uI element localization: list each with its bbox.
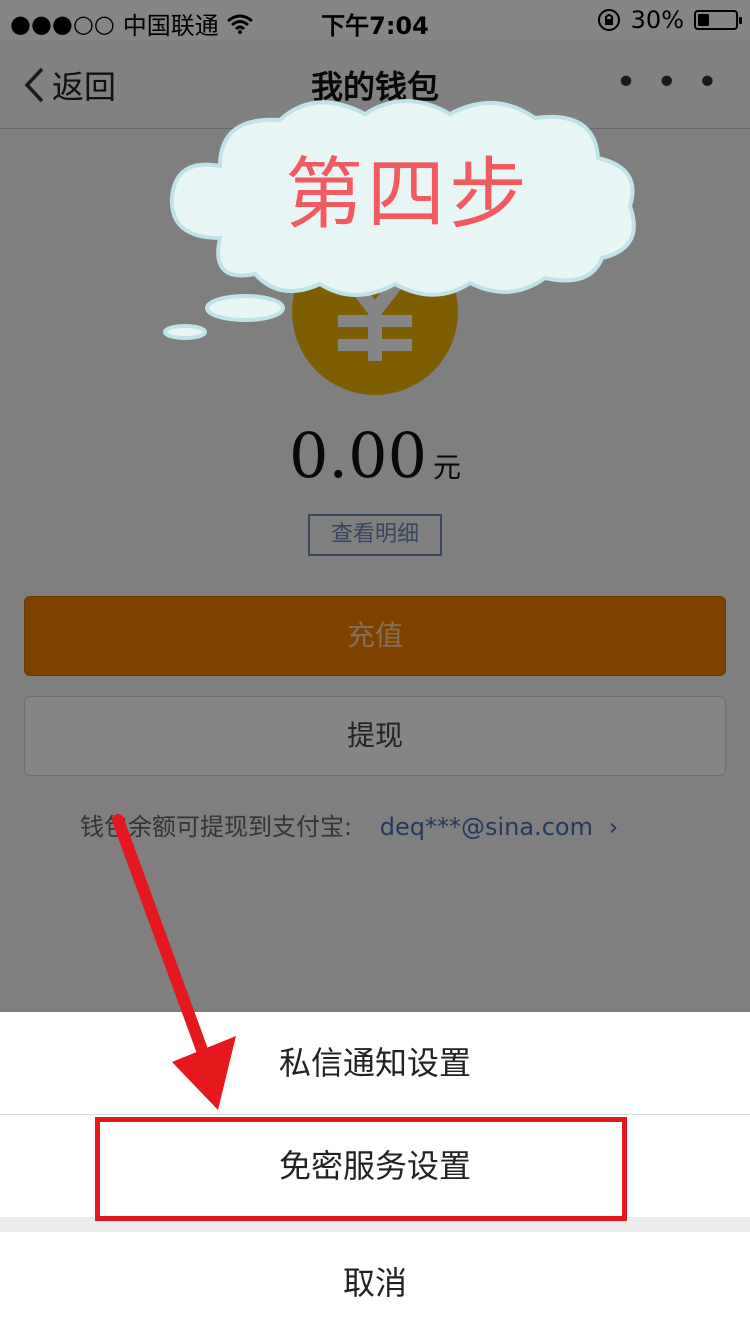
- step-label: 第四步: [284, 150, 531, 240]
- highlight-box: [95, 1117, 627, 1221]
- watermark-url: jingyan.baidu.com: [573, 1299, 710, 1314]
- watermark-logo: Bai 经验: [586, 1263, 710, 1298]
- baidu-jingyan-watermark: Bai 经验 jingyan.baidu.com: [573, 1255, 710, 1314]
- red-arrow-icon: [112, 814, 236, 1110]
